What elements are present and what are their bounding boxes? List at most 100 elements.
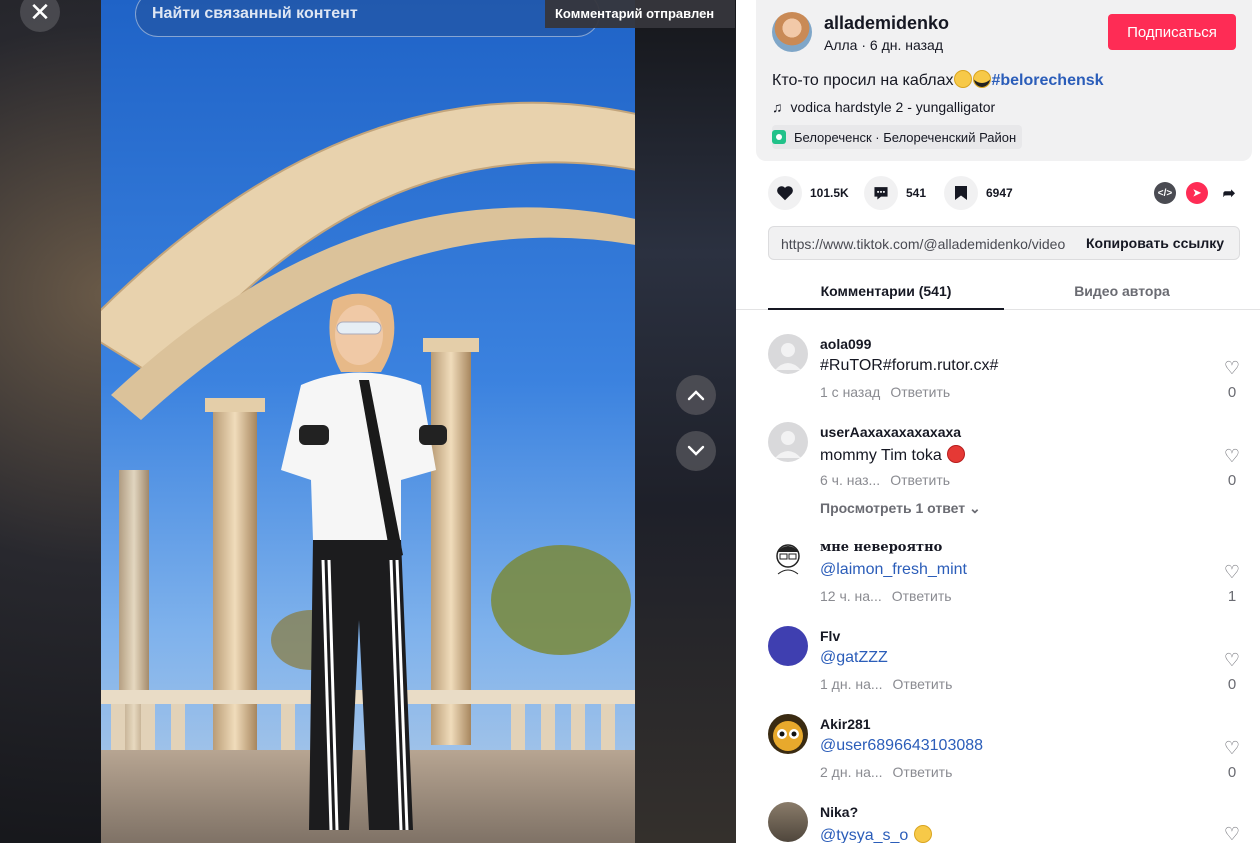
comment-stat[interactable]: 541 xyxy=(864,176,926,210)
music-link[interactable]: ♫ vodica hardstyle 2 - yungalligator xyxy=(772,99,995,115)
comment-username[interactable]: Akir281 xyxy=(820,716,871,732)
comment-like-count: 0 xyxy=(1227,676,1237,693)
location-text: Белореченск · Белореченский Район xyxy=(794,129,1017,145)
chevron-up-icon xyxy=(687,390,705,401)
chevron-down-icon: ⌄ xyxy=(969,500,981,516)
music-title: vodica hardstyle 2 - yungalligator xyxy=(790,99,996,115)
avatar[interactable] xyxy=(768,334,808,374)
grin-emoji-icon xyxy=(954,70,973,88)
send-to-friends-icon[interactable]: ➤ xyxy=(1186,182,1208,204)
comment-username[interactable]: Flv xyxy=(820,628,840,644)
video-frame[interactable] xyxy=(101,0,635,843)
copy-link-button[interactable]: Копировать ссылку xyxy=(1071,227,1239,259)
comment-time: 1 с назад xyxy=(820,384,881,400)
heart-outline-icon[interactable]: ♡ xyxy=(1220,824,1244,843)
heart-outline-icon[interactable]: ♡ xyxy=(1220,738,1244,758)
view-replies-button[interactable]: Просмотреть 1 ответ ⌄ xyxy=(820,500,981,517)
share-arrow-icon[interactable]: ➦ xyxy=(1218,182,1240,204)
comment-icon[interactable] xyxy=(864,176,898,210)
avatar[interactable] xyxy=(768,714,808,754)
share-actions: </> ➤ ➦ xyxy=(1154,182,1240,204)
next-video-button[interactable] xyxy=(676,431,716,471)
avatar[interactable] xyxy=(768,538,808,578)
tab-comments[interactable]: Комментарии (541) xyxy=(768,283,1004,299)
video-description: Кто-то просил на каблах #belorechensk xyxy=(772,70,1104,90)
reply-button[interactable]: Ответить xyxy=(892,588,952,604)
video-scene xyxy=(101,101,635,843)
video-link-box: https://www.tiktok.com/@allademidenko/vi… xyxy=(768,226,1240,260)
comment-username[interactable]: мне невероятно xyxy=(820,540,942,555)
reply-button[interactable]: Ответить xyxy=(890,384,950,400)
music-note-icon: ♫ xyxy=(772,99,783,115)
heart-icon[interactable] xyxy=(768,176,802,210)
comment-tabs: Комментарии (541) Видео автора xyxy=(736,272,1260,310)
comment-username[interactable]: userАахахахахахаха xyxy=(820,424,961,440)
avatar[interactable] xyxy=(768,626,808,666)
comment-mention[interactable]: @gatZZZ xyxy=(820,649,888,667)
comment-mention-text: @tysya_s_o xyxy=(820,827,909,843)
comment-meta: 2 дн. на... Ответить xyxy=(820,764,952,780)
comment-username[interactable]: Nika? xyxy=(820,804,858,820)
search-input[interactable] xyxy=(152,5,552,23)
comment-meta: 12 ч. на... Ответить xyxy=(820,588,952,604)
comment-text-content: mommy Tim toka xyxy=(820,447,942,464)
comment-like[interactable]: ♡ 1 xyxy=(1220,562,1244,605)
follow-button[interactable]: Подписаться xyxy=(1108,14,1236,50)
heart-outline-icon[interactable]: ♡ xyxy=(1220,562,1244,582)
avatar[interactable] xyxy=(768,422,808,462)
video-player: ✕ ⌕ Комментарий отправлен xyxy=(0,0,736,843)
comment-like-count: 0 xyxy=(1227,764,1237,781)
comment-time: 1 дн. на... xyxy=(820,676,883,692)
author-username[interactable]: allademidenko xyxy=(824,13,949,34)
comment-like[interactable]: ♡ xyxy=(1220,824,1244,843)
comment-time: 12 ч. на... xyxy=(820,588,882,604)
reply-button[interactable]: Ответить xyxy=(893,764,953,780)
like-count: 101.5K xyxy=(810,186,849,200)
comment-meta: 6 ч. наз... Ответить xyxy=(820,472,950,488)
comment-like-count: 0 xyxy=(1227,472,1237,489)
engagement-bar: 101.5K 541 6947 </> ➤ ➦ xyxy=(768,176,1240,212)
comment-meta: 1 дн. на... Ответить xyxy=(820,676,952,692)
details-panel: allademidenko Алла · 6 дн. назад Подписа… xyxy=(736,0,1260,843)
avatar[interactable] xyxy=(768,802,808,842)
view-replies-label: Просмотреть 1 ответ xyxy=(820,500,966,516)
toast-text: Комментарий отправлен xyxy=(555,6,715,21)
comment-like[interactable]: ♡ 0 xyxy=(1220,358,1244,401)
description-text: Кто-то просил на каблах xyxy=(772,72,954,89)
related-content-search[interactable]: ⌕ xyxy=(135,0,600,37)
comment-sent-toast: Комментарий отправлен xyxy=(545,0,735,28)
heart-outline-icon[interactable]: ♡ xyxy=(1220,358,1244,378)
location-tag[interactable]: Белореченск · Белореченский Район xyxy=(772,125,1023,149)
hashtag-link[interactable]: #belorechensk xyxy=(991,72,1103,89)
comment-username[interactable]: aola099 xyxy=(820,336,871,352)
reply-button[interactable]: Ответить xyxy=(893,676,953,692)
comment-like-count: 1 xyxy=(1227,588,1237,605)
face-emoji-icon xyxy=(913,825,932,843)
author-subtitle: Алла · 6 дн. назад xyxy=(824,37,943,53)
author-avatar[interactable] xyxy=(772,12,812,52)
embed-code-icon[interactable]: </> xyxy=(1154,182,1176,204)
reply-button[interactable]: Ответить xyxy=(890,472,950,488)
bookmark-icon[interactable] xyxy=(944,176,978,210)
comment-like[interactable]: ♡ 0 xyxy=(1220,446,1244,489)
save-stat[interactable]: 6947 xyxy=(944,176,1013,210)
comment-item: userАахахахахахаха mommy Tim toka 6 ч. н… xyxy=(768,410,1244,526)
like-stat[interactable]: 101.5K xyxy=(768,176,849,210)
comment-time: 2 дн. на... xyxy=(820,764,883,780)
comment-like[interactable]: ♡ 0 xyxy=(1220,738,1244,781)
close-icon: ✕ xyxy=(29,0,51,27)
angry-emoji-icon xyxy=(947,445,966,463)
heart-outline-icon[interactable]: ♡ xyxy=(1220,650,1244,670)
comment-item: aola099 #RuTOR#forum.rutor.cx# 1 с назад… xyxy=(768,322,1244,410)
comment-mention[interactable]: @user6896643103088 xyxy=(820,737,983,755)
comment-mention[interactable]: @tysya_s_o xyxy=(820,825,932,843)
comment-like[interactable]: ♡ 0 xyxy=(1220,650,1244,693)
heart-outline-icon[interactable]: ♡ xyxy=(1220,446,1244,466)
previous-video-button[interactable] xyxy=(676,375,716,415)
video-url[interactable]: https://www.tiktok.com/@allademidenko/vi… xyxy=(781,236,1071,252)
comment-item: Flv @gatZZZ 1 дн. на... Ответить ♡ 0 xyxy=(768,614,1244,702)
comment-item: мне невероятно @laimon_fresh_mint 12 ч. … xyxy=(768,526,1244,614)
comment-mention[interactable]: @laimon_fresh_mint xyxy=(820,561,967,579)
tab-author-videos[interactable]: Видео автора xyxy=(1004,283,1240,299)
active-tab-indicator xyxy=(768,308,1004,310)
